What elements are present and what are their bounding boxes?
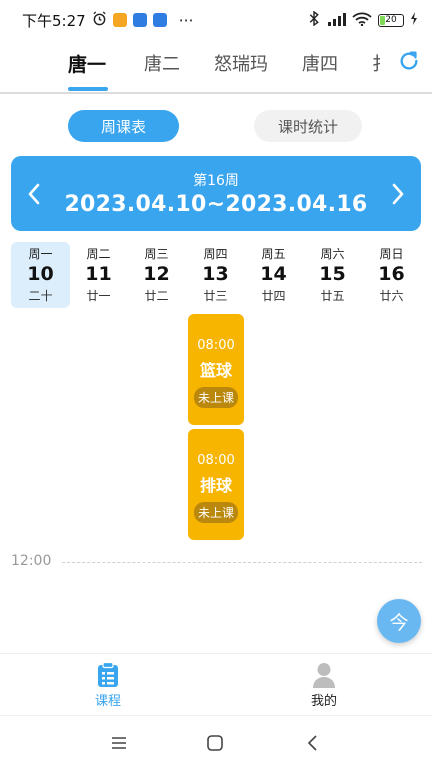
system-nav-bar bbox=[0, 715, 432, 768]
course-card-volleyball[interactable]: 08:00 排球 未上课 bbox=[188, 429, 244, 540]
chevron-right-icon bbox=[392, 183, 404, 205]
back-icon bbox=[307, 735, 317, 751]
home-button[interactable] bbox=[204, 732, 226, 754]
menu-icon bbox=[112, 737, 126, 749]
class-tabs: 唐一 唐二 怒瑞玛 唐四 扌 bbox=[0, 40, 432, 94]
app-notification-icon bbox=[132, 13, 147, 27]
wifi-icon bbox=[352, 12, 372, 29]
charging-icon bbox=[410, 12, 418, 28]
day-column-sun[interactable]: 周日 16 廿六 bbox=[362, 242, 421, 308]
course-time: 08:00 bbox=[197, 338, 235, 353]
back-button[interactable] bbox=[302, 732, 324, 754]
noon-time-label: 12:00 bbox=[11, 553, 52, 569]
home-icon bbox=[207, 735, 223, 751]
week-number: 第16周 bbox=[193, 173, 239, 189]
status-bar: 下午5:27 ⋯ 20 bbox=[0, 0, 432, 40]
course-status-badge: 未上课 bbox=[193, 387, 238, 408]
noon-divider bbox=[62, 562, 422, 563]
week-banner: 第16周 2023.04.10~2023.04.16 bbox=[11, 156, 421, 231]
nav-mine-label: 我的 bbox=[310, 694, 337, 709]
tab-indicator bbox=[68, 87, 108, 91]
more-notifications-icon: ⋯ bbox=[178, 11, 194, 29]
bottom-nav: 课程 我的 bbox=[0, 653, 432, 715]
refresh-button[interactable] bbox=[396, 48, 422, 74]
status-time: 下午5:27 bbox=[22, 11, 86, 30]
course-name: 篮球 bbox=[199, 361, 232, 380]
day-column-thu[interactable]: 周四 13 廿三 bbox=[186, 242, 245, 308]
battery-icon: 20 bbox=[378, 13, 404, 27]
tab-class-1[interactable]: 唐一 bbox=[68, 50, 106, 77]
day-column-fri[interactable]: 周五 14 廿四 bbox=[244, 242, 303, 308]
day-column-tue[interactable]: 周二 11 廿一 bbox=[69, 242, 128, 308]
course-time: 08:00 bbox=[197, 453, 235, 468]
user-icon bbox=[313, 663, 335, 688]
app-notification-icon bbox=[152, 13, 167, 27]
status-left: 下午5:27 ⋯ bbox=[22, 10, 194, 31]
nav-courses[interactable]: 课程 bbox=[78, 662, 138, 709]
status-right: 20 bbox=[308, 10, 418, 29]
tab-class-5[interactable]: 扌 bbox=[372, 50, 380, 76]
nav-courses-label: 课程 bbox=[94, 694, 121, 709]
today-button[interactable]: 今 bbox=[377, 599, 421, 643]
nav-mine[interactable]: 我的 bbox=[294, 662, 354, 709]
course-card-basketball[interactable]: 08:00 篮球 未上课 bbox=[188, 314, 244, 425]
hours-stats-toggle[interactable]: 课时统计 bbox=[254, 110, 362, 142]
week-schedule-toggle[interactable]: 周课表 bbox=[68, 110, 179, 142]
bluetooth-icon bbox=[308, 10, 320, 29]
week-date-range: 2023.04.10~2023.04.16 bbox=[64, 192, 368, 217]
next-week-button[interactable] bbox=[385, 180, 411, 208]
tab-class-4[interactable]: 唐四 bbox=[302, 50, 338, 76]
course-status-badge: 未上课 bbox=[193, 502, 238, 523]
menu-button[interactable] bbox=[108, 732, 130, 754]
tab-class-3[interactable]: 怒瑞玛 bbox=[214, 50, 268, 76]
day-column-mon[interactable]: 周一 10 二十 bbox=[11, 242, 70, 308]
clipboard-list-icon bbox=[98, 662, 118, 687]
course-name: 排球 bbox=[199, 476, 232, 495]
day-column-wed[interactable]: 周三 12 廿二 bbox=[127, 242, 186, 308]
refresh-icon bbox=[400, 51, 418, 70]
tab-class-2[interactable]: 唐二 bbox=[144, 50, 180, 76]
day-column-sat[interactable]: 周六 15 廿五 bbox=[303, 242, 362, 308]
signal-icon bbox=[326, 12, 346, 29]
app-notification-icon bbox=[112, 13, 127, 27]
alarm-icon bbox=[92, 10, 107, 30]
